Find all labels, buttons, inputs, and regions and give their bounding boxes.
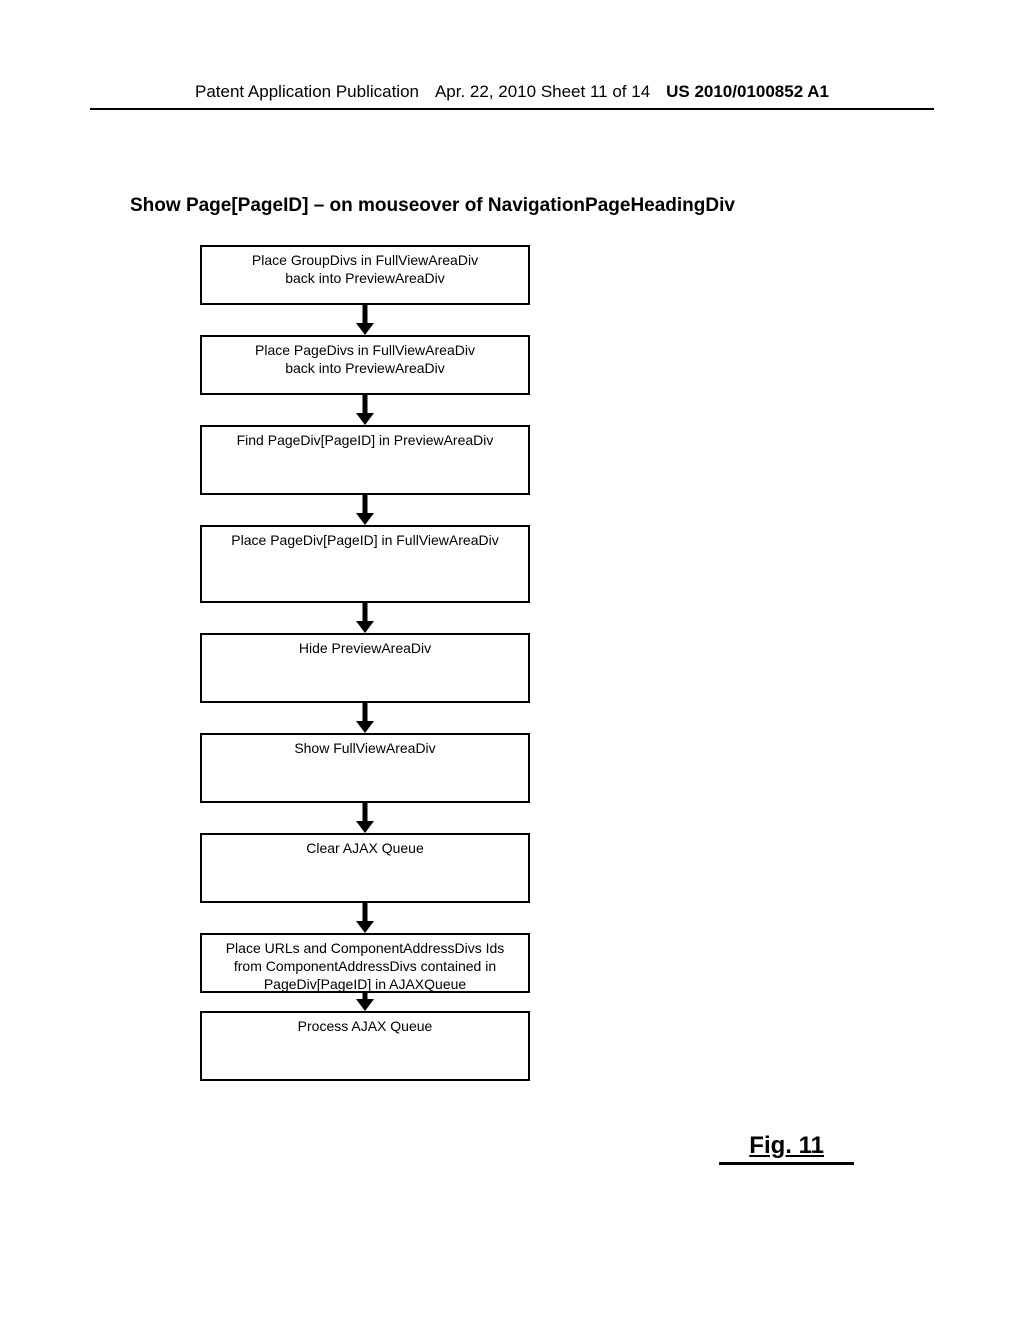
flow-step: Process AJAX Queue <box>200 1011 530 1081</box>
flow-step-text: back into PreviewAreaDiv <box>285 269 445 287</box>
flowchart: Place GroupDivs in FullViewAreaDivback i… <box>200 245 530 1081</box>
arrow-down-icon <box>356 903 374 933</box>
header-patent-number: US 2010/0100852 A1 <box>666 82 829 102</box>
flow-step-text: Place URLs and ComponentAddressDivs Ids <box>226 939 505 957</box>
flow-step-text: back into PreviewAreaDiv <box>285 359 445 377</box>
figure-label: Fig. 11 <box>719 1132 854 1165</box>
arrow-down-icon <box>356 803 374 833</box>
flow-step: Clear AJAX Queue <box>200 833 530 903</box>
flow-step: Place GroupDivs in FullViewAreaDivback i… <box>200 245 530 305</box>
flow-step-text: Place PageDivs in FullViewAreaDiv <box>255 341 475 359</box>
flow-step-text: Find PageDiv[PageID] in PreviewAreaDiv <box>237 431 494 449</box>
flow-step: Place URLs and ComponentAddressDivs Idsf… <box>200 933 530 993</box>
flow-step-text: Place PageDiv[PageID] in FullViewAreaDiv <box>231 531 498 549</box>
flow-step-text: PageDiv[PageID] in AJAXQueue <box>264 975 466 993</box>
arrow-down-icon <box>356 495 374 525</box>
arrow-down-icon <box>356 305 374 335</box>
flow-step: Hide PreviewAreaDiv <box>200 633 530 703</box>
flow-step-text: Show FullViewAreaDiv <box>294 739 435 757</box>
flow-step-text: Clear AJAX Queue <box>306 839 424 857</box>
flow-step-text: Place GroupDivs in FullViewAreaDiv <box>252 251 478 269</box>
header-sheet: Apr. 22, 2010 Sheet 11 of 14 <box>435 82 650 102</box>
flow-step: Find PageDiv[PageID] in PreviewAreaDiv <box>200 425 530 495</box>
arrow-down-icon <box>356 395 374 425</box>
flow-step: Show FullViewAreaDiv <box>200 733 530 803</box>
flow-step-text: Process AJAX Queue <box>298 1017 433 1035</box>
arrow-down-icon <box>356 993 374 1011</box>
arrow-down-icon <box>356 603 374 633</box>
flow-step: Place PageDivs in FullViewAreaDivback in… <box>200 335 530 395</box>
flow-step: Place PageDiv[PageID] in FullViewAreaDiv <box>200 525 530 603</box>
flow-step-text: from ComponentAddressDivs contained in <box>234 957 496 975</box>
header-publication: Patent Application Publication <box>195 82 419 102</box>
page-header: Patent Application Publication Apr. 22, … <box>90 82 934 110</box>
flow-step-text: Hide PreviewAreaDiv <box>299 639 431 657</box>
diagram-title: Show Page[PageID] – on mouseover of Navi… <box>130 195 735 217</box>
arrow-down-icon <box>356 703 374 733</box>
